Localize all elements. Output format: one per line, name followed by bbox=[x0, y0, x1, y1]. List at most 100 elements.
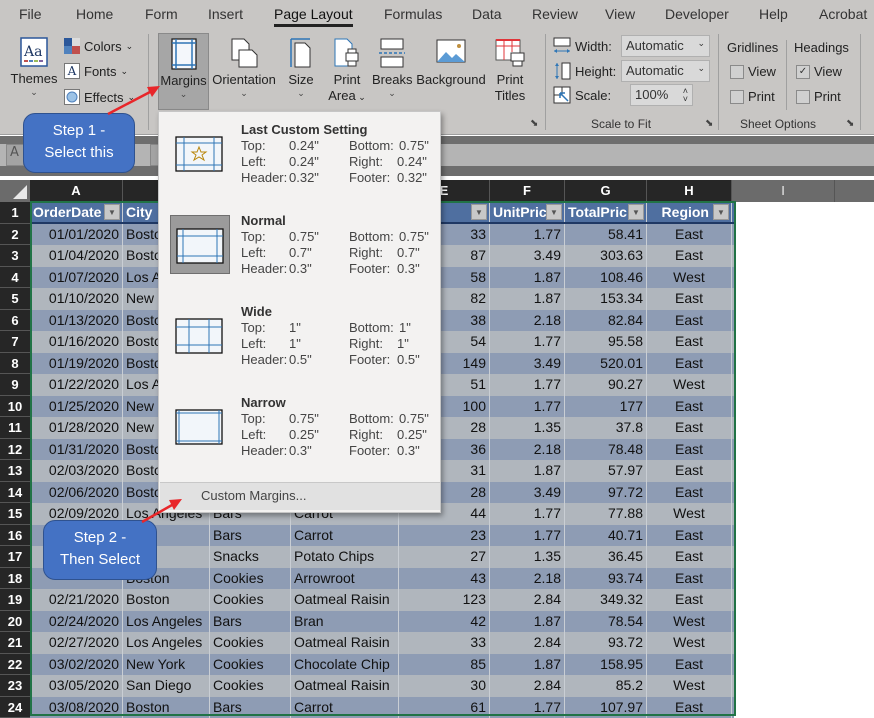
size-button[interactable]: Size ⌄ bbox=[285, 37, 317, 98]
table-cell[interactable]: 23 bbox=[399, 524, 490, 546]
table-cell[interactable]: Cookies bbox=[210, 632, 291, 654]
header-cell[interactable]: Region ▼ bbox=[647, 202, 732, 222]
tab-help[interactable]: Help bbox=[759, 6, 788, 22]
table-cell[interactable]: 93.74 bbox=[565, 567, 647, 589]
checkbox-unchecked-icon[interactable] bbox=[730, 64, 744, 79]
table-cell[interactable]: 1.77 bbox=[490, 395, 565, 417]
table-cell[interactable]: 2.18 bbox=[490, 567, 565, 589]
table-cell[interactable]: Bars bbox=[210, 610, 291, 632]
sheet-options-launcher-icon[interactable]: ⬊ bbox=[846, 118, 854, 129]
checkbox-unchecked-icon[interactable] bbox=[796, 89, 810, 104]
colors-button[interactable]: Colors ⌄ bbox=[64, 38, 133, 54]
table-cell[interactable]: 27 bbox=[399, 546, 490, 568]
scale-to-fit-launcher-icon[interactable]: ⬊ bbox=[705, 118, 713, 129]
print-area-button[interactable]: Print Area ⌄ bbox=[325, 37, 369, 105]
margin-option-last-custom[interactable]: Last Custom Setting Top: 0.24" Bottom: 0… bbox=[159, 114, 440, 206]
table-cell[interactable]: 108.46 bbox=[565, 266, 647, 288]
row-header[interactable]: 11 bbox=[0, 417, 30, 439]
row-header[interactable]: 19 bbox=[0, 589, 30, 611]
table-cell[interactable]: West bbox=[647, 374, 732, 396]
table-cell[interactable]: 95.58 bbox=[565, 331, 647, 353]
table-cell[interactable]: 1.77 bbox=[490, 374, 565, 396]
table-cell[interactable]: Los Angeles bbox=[123, 610, 210, 632]
column-header-g[interactable]: G bbox=[565, 180, 647, 202]
header-cell[interactable]: UnitPric ▼ bbox=[490, 202, 565, 222]
table-cell[interactable]: Boston bbox=[123, 589, 210, 611]
tab-review[interactable]: Review bbox=[532, 6, 578, 22]
table-cell[interactable]: 85.2 bbox=[565, 675, 647, 697]
custom-margins-item[interactable]: Custom Margins... bbox=[160, 482, 440, 510]
height-dropdown[interactable]: Automatic ⌄ bbox=[621, 60, 710, 82]
margin-option-wide[interactable]: Wide Top: 1" Bottom: 1" Left: 1" Right: … bbox=[159, 296, 440, 388]
table-cell[interactable]: 01/04/2020 bbox=[30, 245, 123, 267]
table-cell[interactable]: 85 bbox=[399, 653, 490, 675]
header-cell[interactable]: TotalPric ▼ bbox=[565, 202, 647, 222]
tab-page-layout[interactable]: Page Layout bbox=[274, 6, 353, 27]
row-header[interactable]: 7 bbox=[0, 331, 30, 353]
table-cell[interactable]: 1.87 bbox=[490, 266, 565, 288]
table-cell[interactable]: East bbox=[647, 567, 732, 589]
table-cell[interactable]: 01/22/2020 bbox=[30, 374, 123, 396]
row-header[interactable]: 16 bbox=[0, 524, 30, 546]
row-header[interactable]: 5 bbox=[0, 288, 30, 310]
table-cell[interactable]: 177 bbox=[565, 395, 647, 417]
table-cell[interactable]: 158.95 bbox=[565, 653, 647, 675]
effects-button[interactable]: Effects ⌄ bbox=[64, 89, 135, 105]
table-cell[interactable]: East bbox=[647, 460, 732, 482]
row-header[interactable]: 15 bbox=[0, 503, 30, 525]
gridlines-view-checkbox[interactable]: View bbox=[730, 64, 776, 79]
table-cell[interactable]: 2.18 bbox=[490, 438, 565, 460]
table-cell[interactable]: 1.87 bbox=[490, 610, 565, 632]
table-cell[interactable]: Carrot bbox=[291, 524, 399, 546]
tab-formulas[interactable]: Formulas bbox=[384, 6, 442, 22]
row-header[interactable]: 8 bbox=[0, 352, 30, 374]
table-cell[interactable]: 93.72 bbox=[565, 632, 647, 654]
table-cell[interactable]: Bars bbox=[210, 524, 291, 546]
themes-button[interactable]: Aa Themes ⌄ bbox=[10, 36, 58, 97]
table-cell[interactable]: 1.77 bbox=[490, 503, 565, 525]
table-cell[interactable]: 1.77 bbox=[490, 223, 565, 245]
table-cell[interactable]: Los Angeles bbox=[123, 632, 210, 654]
table-cell[interactable]: 1.77 bbox=[490, 696, 565, 718]
table-cell[interactable]: East bbox=[647, 589, 732, 611]
table-cell[interactable]: 03/02/2020 bbox=[30, 653, 123, 675]
filter-dropdown-icon[interactable]: ▼ bbox=[713, 204, 729, 220]
table-cell[interactable]: 01/25/2020 bbox=[30, 395, 123, 417]
table-cell[interactable]: 153.34 bbox=[565, 288, 647, 310]
headings-view-checkbox[interactable]: ✓ View bbox=[796, 64, 842, 79]
row-header[interactable]: 23 bbox=[0, 675, 30, 697]
table-cell[interactable]: 57.97 bbox=[565, 460, 647, 482]
table-cell[interactable]: Chocolate Chip bbox=[291, 653, 399, 675]
table-cell[interactable]: 33 bbox=[399, 632, 490, 654]
header-cell[interactable]: OrderDate ▼ bbox=[30, 202, 123, 222]
scale-spinner[interactable]: 100% ˄ ˅ bbox=[630, 84, 693, 106]
table-cell[interactable]: Arrowroot bbox=[291, 567, 399, 589]
table-cell[interactable]: 01/01/2020 bbox=[30, 223, 123, 245]
table-cell[interactable]: 01/13/2020 bbox=[30, 309, 123, 331]
table-cell[interactable]: 3.49 bbox=[490, 481, 565, 503]
fonts-button[interactable]: A Fonts ⌄ bbox=[64, 63, 128, 79]
table-cell[interactable]: Cookies bbox=[210, 675, 291, 697]
tab-form[interactable]: Form bbox=[145, 6, 178, 22]
spinner-arrows-icon[interactable]: ˄ ˅ bbox=[683, 87, 688, 104]
table-cell[interactable]: 1.87 bbox=[490, 653, 565, 675]
table-cell[interactable]: 61 bbox=[399, 696, 490, 718]
headings-print-checkbox[interactable]: Print bbox=[796, 89, 841, 104]
table-cell[interactable]: 1.77 bbox=[490, 524, 565, 546]
table-cell[interactable]: 123 bbox=[399, 589, 490, 611]
table-cell[interactable]: West bbox=[647, 632, 732, 654]
tab-data[interactable]: Data bbox=[472, 6, 502, 22]
table-cell[interactable]: 02/06/2020 bbox=[30, 481, 123, 503]
column-header-h[interactable]: H bbox=[647, 180, 732, 202]
table-cell[interactable]: 01/07/2020 bbox=[30, 266, 123, 288]
table-cell[interactable]: 02/03/2020 bbox=[30, 460, 123, 482]
table-cell[interactable]: 90.27 bbox=[565, 374, 647, 396]
row-header[interactable]: 20 bbox=[0, 610, 30, 632]
table-cell[interactable]: East bbox=[647, 696, 732, 718]
table-cell[interactable]: Oatmeal Raisin bbox=[291, 675, 399, 697]
table-cell[interactable]: Carrot bbox=[291, 696, 399, 718]
row-header[interactable]: 9 bbox=[0, 374, 30, 396]
table-cell[interactable]: 02/24/2020 bbox=[30, 610, 123, 632]
name-box[interactable]: A bbox=[6, 144, 24, 166]
row-header[interactable]: 2 bbox=[0, 223, 30, 245]
